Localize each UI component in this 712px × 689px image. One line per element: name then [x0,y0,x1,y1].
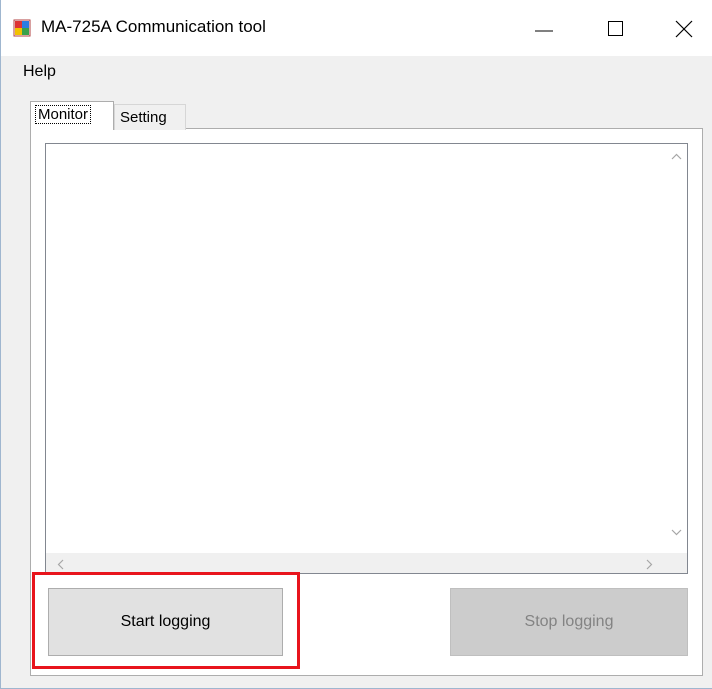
vertical-scrollbar[interactable] [666,144,687,554]
tab-setting[interactable]: Setting [114,104,186,130]
scrollbar-corner [666,553,687,573]
tab-monitor[interactable]: Monitor [30,101,114,130]
close-icon [675,20,693,38]
close-button[interactable] [649,0,712,56]
maximize-icon [608,21,623,36]
app-icon [13,19,31,37]
stop-logging-button: Stop logging [450,588,688,656]
tab-monitor-label: Monitor [34,105,92,124]
app-window: MA-725A Communication tool Help Setting … [0,0,712,689]
menu-item-help[interactable]: Help [23,63,56,81]
scroll-left-icon[interactable] [57,559,65,570]
stop-logging-label: Stop logging [524,613,614,630]
menu-bar [1,56,712,88]
scroll-up-icon[interactable] [671,153,682,161]
log-textbox[interactable] [45,143,688,574]
minimize-button[interactable] [509,0,579,56]
scroll-right-icon[interactable] [645,559,653,570]
window-title: MA-725A Communication tool [41,17,266,36]
highlight-box [32,572,300,669]
tab-setting-label: Setting [120,109,167,126]
title-bar[interactable]: MA-725A Communication tool [1,0,712,56]
horizontal-scrollbar[interactable] [46,553,666,573]
maximize-button[interactable] [581,0,651,56]
scroll-down-icon[interactable] [671,528,682,536]
minimize-icon [535,30,553,32]
